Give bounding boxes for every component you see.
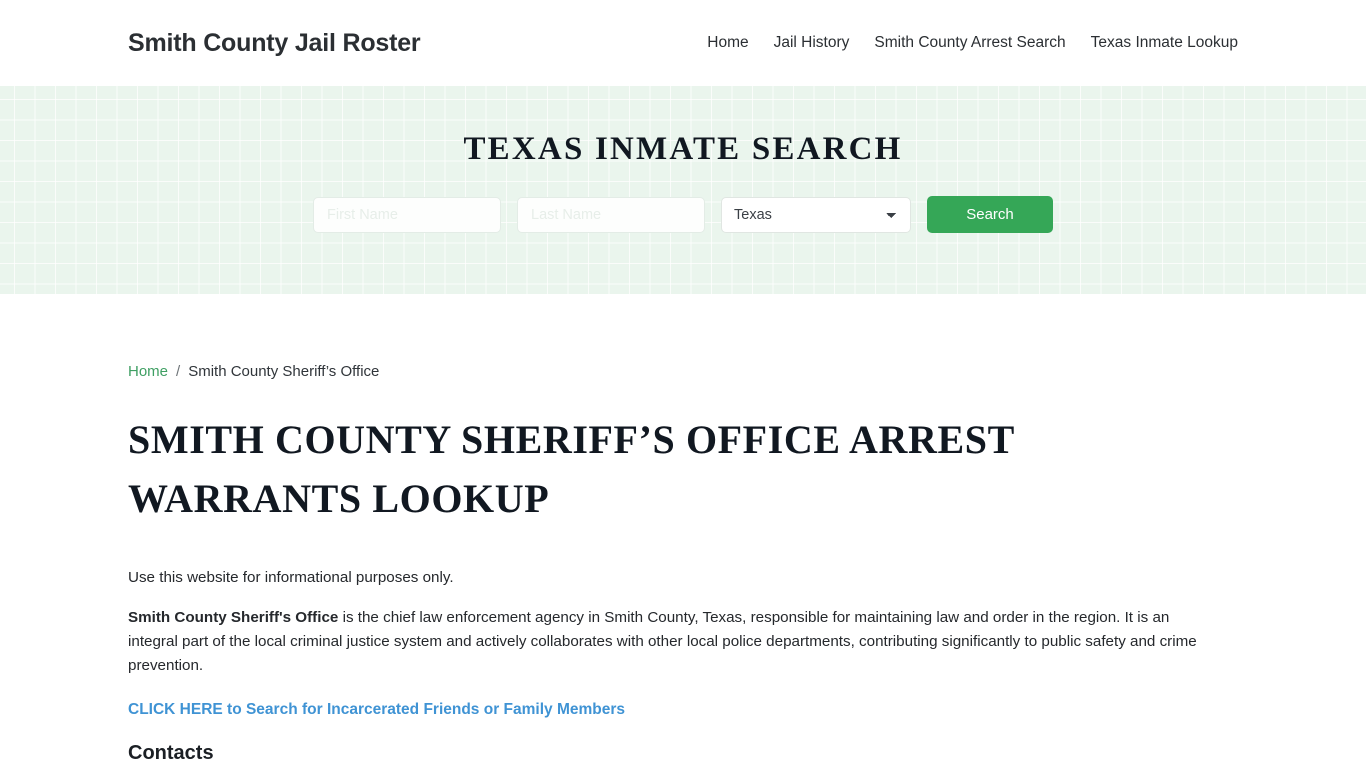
hero-title: TEXAS INMATE SEARCH xyxy=(463,131,903,167)
site-logo[interactable]: Smith County Jail Roster xyxy=(128,29,421,58)
breadcrumb-current: Smith County Sheriff’s Office xyxy=(188,363,380,380)
page-title: SMITH COUNTY SHERIFF’S OFFICE ARREST WAR… xyxy=(128,417,1015,521)
inmate-search-cta-link[interactable]: CLICK HERE to Search for Incarcerated Fr… xyxy=(128,701,625,719)
site-header: Smith County Jail Roster Home Jail Histo… xyxy=(0,0,1366,86)
main-navigation: Home Jail History Smith County Arrest Se… xyxy=(707,34,1238,52)
nav-item-smith-county-arrest-search[interactable]: Smith County Arrest Search xyxy=(874,34,1065,52)
main-content: Home / Smith County Sheriff’s Office SMI… xyxy=(0,294,1366,765)
last-name-input[interactable] xyxy=(517,196,705,233)
hero-search-section: TEXAS INMATE SEARCH Texas Search xyxy=(0,86,1366,294)
breadcrumb: Home / Smith County Sheriff’s Office xyxy=(128,294,1238,380)
search-button[interactable]: Search xyxy=(927,196,1053,233)
nav-item-home[interactable]: Home xyxy=(707,34,748,52)
agency-name-bold: Smith County Sheriff's Office xyxy=(128,609,339,626)
contacts-heading: Contacts xyxy=(128,742,214,764)
disclaimer-text: Use this website for informational purpo… xyxy=(128,569,454,586)
breadcrumb-home-link[interactable]: Home xyxy=(128,363,168,380)
nav-item-jail-history[interactable]: Jail History xyxy=(774,34,850,52)
nav-item-texas-inmate-lookup[interactable]: Texas Inmate Lookup xyxy=(1091,34,1238,52)
state-select[interactable]: Texas xyxy=(721,196,911,233)
inmate-search-form: Texas Search xyxy=(313,196,1053,233)
first-name-input[interactable] xyxy=(313,196,501,233)
agency-description: Smith County Sheriff's Office is the chi… xyxy=(128,606,1206,678)
breadcrumb-separator: / xyxy=(176,363,181,380)
